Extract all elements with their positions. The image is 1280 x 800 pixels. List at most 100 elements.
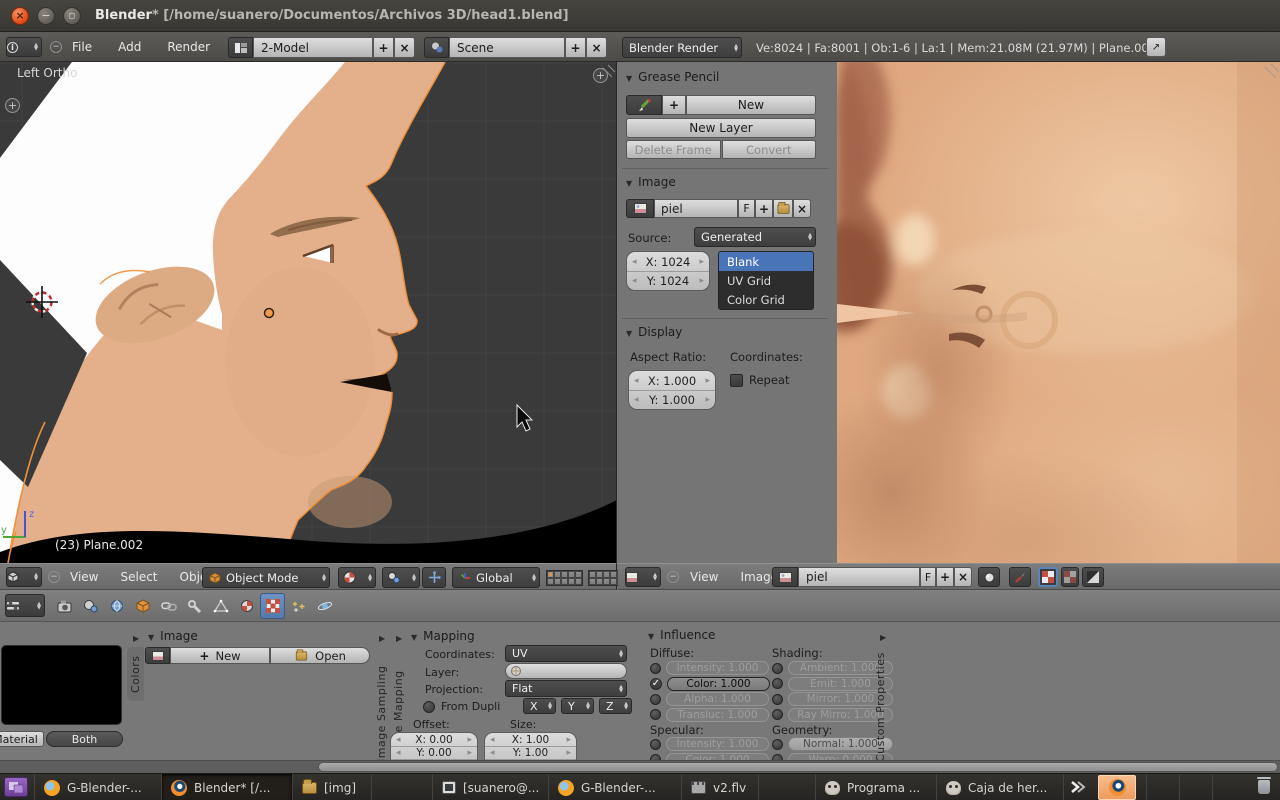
alpha-slider[interactable]: Alpha: 1.000 xyxy=(666,692,769,706)
influence-toggle[interactable] xyxy=(650,694,661,705)
axis-x-dropdown[interactable]: X▲▼ xyxy=(523,698,556,714)
collapse-menus-icon[interactable] xyxy=(50,41,62,53)
influence-toggle[interactable] xyxy=(650,709,661,720)
panel-grease-pencil-header[interactable]: Grease Pencil xyxy=(626,70,719,84)
new-layer-button[interactable]: New Layer xyxy=(626,118,816,138)
manipulator-toggle[interactable] xyxy=(422,567,446,588)
preview-material-button[interactable]: Material xyxy=(0,731,44,747)
scrollbar-thumb[interactable] xyxy=(318,762,1278,772)
influence-toggle[interactable] xyxy=(772,663,783,674)
size-y-stepper[interactable]: Y: 1.00 xyxy=(485,746,576,759)
editor-type-properties-dropdown[interactable]: ▲▼ xyxy=(5,594,45,617)
generated-height-stepper[interactable]: Y: 1024 xyxy=(627,271,709,290)
intensity-slider[interactable]: Intensity: 1.000 xyxy=(666,661,769,675)
image-name-field[interactable]: piel xyxy=(798,567,920,587)
collapse-header-icon[interactable] xyxy=(48,571,60,583)
delete-screen-button[interactable] xyxy=(394,37,415,58)
image-new-button[interactable]: New xyxy=(170,647,270,664)
collapsed-panel-arrow[interactable] xyxy=(396,631,402,644)
delete-frame-button[interactable]: Delete Frame xyxy=(626,140,721,159)
size-x-stepper[interactable]: X: 1.00 xyxy=(485,733,576,746)
gen-type-blank[interactable]: Blank xyxy=(719,252,813,271)
menu-select[interactable]: Select xyxy=(114,570,163,584)
task-blender[interactable]: Blender* [/... xyxy=(162,774,292,800)
editor-type-info-dropdown[interactable]: i ▲▼ xyxy=(6,37,42,57)
image-browse-icon[interactable] xyxy=(772,567,798,587)
open-image-button[interactable] xyxy=(773,199,793,218)
influence-toggle[interactable] xyxy=(772,678,783,689)
panel-mapping-header[interactable]: Mapping xyxy=(411,629,475,643)
image-browse-icon[interactable] xyxy=(626,199,654,218)
npanel-expand-icon[interactable]: + xyxy=(593,68,608,83)
screen-name-field[interactable]: 2-Model xyxy=(253,37,373,58)
influence-toggle[interactable] xyxy=(772,709,783,720)
influence-toggle[interactable] xyxy=(772,739,783,750)
tab-particles[interactable] xyxy=(286,593,311,619)
tab-material[interactable] xyxy=(234,593,259,619)
image-sampling-tab[interactable]: Image Sampling xyxy=(375,650,388,760)
tray-workspace-icon[interactable] xyxy=(1064,774,1092,800)
viewport-3d[interactable]: y z Left Ortho (23) Plane.002 + + xyxy=(0,62,617,563)
image-name-field[interactable]: piel xyxy=(654,199,738,218)
influence-toggle[interactable] xyxy=(772,694,783,705)
gen-type-uv-grid[interactable]: UV Grid xyxy=(719,271,813,290)
editor-type-3d-dropdown[interactable]: ▲▼ xyxy=(6,567,42,587)
task-terminal[interactable]: [suanero@... xyxy=(433,774,548,800)
pivot-dropdown[interactable]: ▲▼ xyxy=(382,567,420,588)
shading-dropdown[interactable]: ▲▼ xyxy=(338,567,376,588)
scene-name-field[interactable]: Scene xyxy=(449,37,565,58)
task-img-folder[interactable]: [img] xyxy=(293,774,371,800)
panel-display-header[interactable]: Display xyxy=(626,325,682,339)
image-pin-button[interactable] xyxy=(978,567,1000,587)
minimize-icon[interactable]: − xyxy=(37,7,55,25)
image-browse-icon[interactable] xyxy=(145,647,170,664)
specular-intensity-slider[interactable]: Intensity: 1.000 xyxy=(666,737,769,751)
collapse-header-icon[interactable] xyxy=(667,571,679,583)
collapsed-panel-arrow[interactable] xyxy=(133,631,139,644)
aspect-x-stepper[interactable]: X: 1.000 xyxy=(629,371,715,390)
menu-view[interactable]: View xyxy=(64,570,104,584)
scene-icon[interactable] xyxy=(424,37,449,58)
uv-image-editor[interactable]: Grease Pencil New New Layer Delete Frame… xyxy=(618,62,1280,563)
offset-x-stepper[interactable]: X: 0.00 xyxy=(391,733,477,746)
new-image-button[interactable] xyxy=(936,567,954,587)
menu-add[interactable]: Add xyxy=(112,40,147,54)
custom-properties-tab[interactable]: Custom Properties xyxy=(874,648,887,760)
projection-dropdown[interactable]: Flat ▲▼ xyxy=(505,680,627,697)
collapsed-panel-arrow[interactable] xyxy=(379,631,385,644)
repeat-checkbox[interactable] xyxy=(730,374,743,387)
tab-render[interactable] xyxy=(52,593,77,619)
image-open-button[interactable]: Open xyxy=(270,647,370,664)
axis-y-dropdown[interactable]: Y▲▼ xyxy=(561,698,594,714)
tab-physics[interactable] xyxy=(312,593,337,619)
tab-texture[interactable] xyxy=(260,593,285,619)
translucency-slider[interactable]: Transluc: 1.000 xyxy=(666,708,769,722)
from-dupli-radio[interactable] xyxy=(423,701,435,713)
gen-type-color-grid[interactable]: Color Grid xyxy=(719,290,813,309)
preview-both-button[interactable]: Both xyxy=(46,731,123,747)
panel-influence-header[interactable]: Influence xyxy=(648,628,715,642)
task-gblender-1[interactable]: G-Blender-... xyxy=(35,774,161,800)
coordinates-dropdown[interactable]: UV ▲▼ xyxy=(505,645,627,662)
source-dropdown[interactable]: Generated ▲▼ xyxy=(694,227,816,247)
new-image-button[interactable] xyxy=(755,199,773,218)
collapsed-panel-arrow[interactable] xyxy=(880,630,886,643)
grease-pencil-add-button[interactable] xyxy=(662,95,686,115)
influence-toggle[interactable] xyxy=(650,739,661,750)
menu-render[interactable]: Render xyxy=(161,40,216,54)
task-gimp-program[interactable]: Programa ... xyxy=(816,774,936,800)
toolshelf-expand-icon[interactable]: + xyxy=(5,98,20,113)
menu-file[interactable]: File xyxy=(66,40,98,54)
menu-view[interactable]: View xyxy=(684,570,724,584)
offset-y-stepper[interactable]: Y: 0.00 xyxy=(391,746,477,759)
editor-type-image-dropdown[interactable]: ▲▼ xyxy=(625,567,661,587)
add-screen-button[interactable] xyxy=(373,37,394,58)
unlink-image-button[interactable] xyxy=(793,199,811,218)
grease-pencil-draw-button[interactable] xyxy=(626,95,662,115)
task-video[interactable]: v2.flv xyxy=(682,774,758,800)
orientation-dropdown[interactable]: Global ▲▼ xyxy=(452,567,540,588)
tab-world[interactable] xyxy=(104,593,129,619)
draw-channel-alpha-button[interactable] xyxy=(1061,567,1079,587)
convert-button[interactable]: Convert xyxy=(722,140,817,159)
specular-color-slider[interactable]: Color: 1.000 xyxy=(666,753,769,761)
